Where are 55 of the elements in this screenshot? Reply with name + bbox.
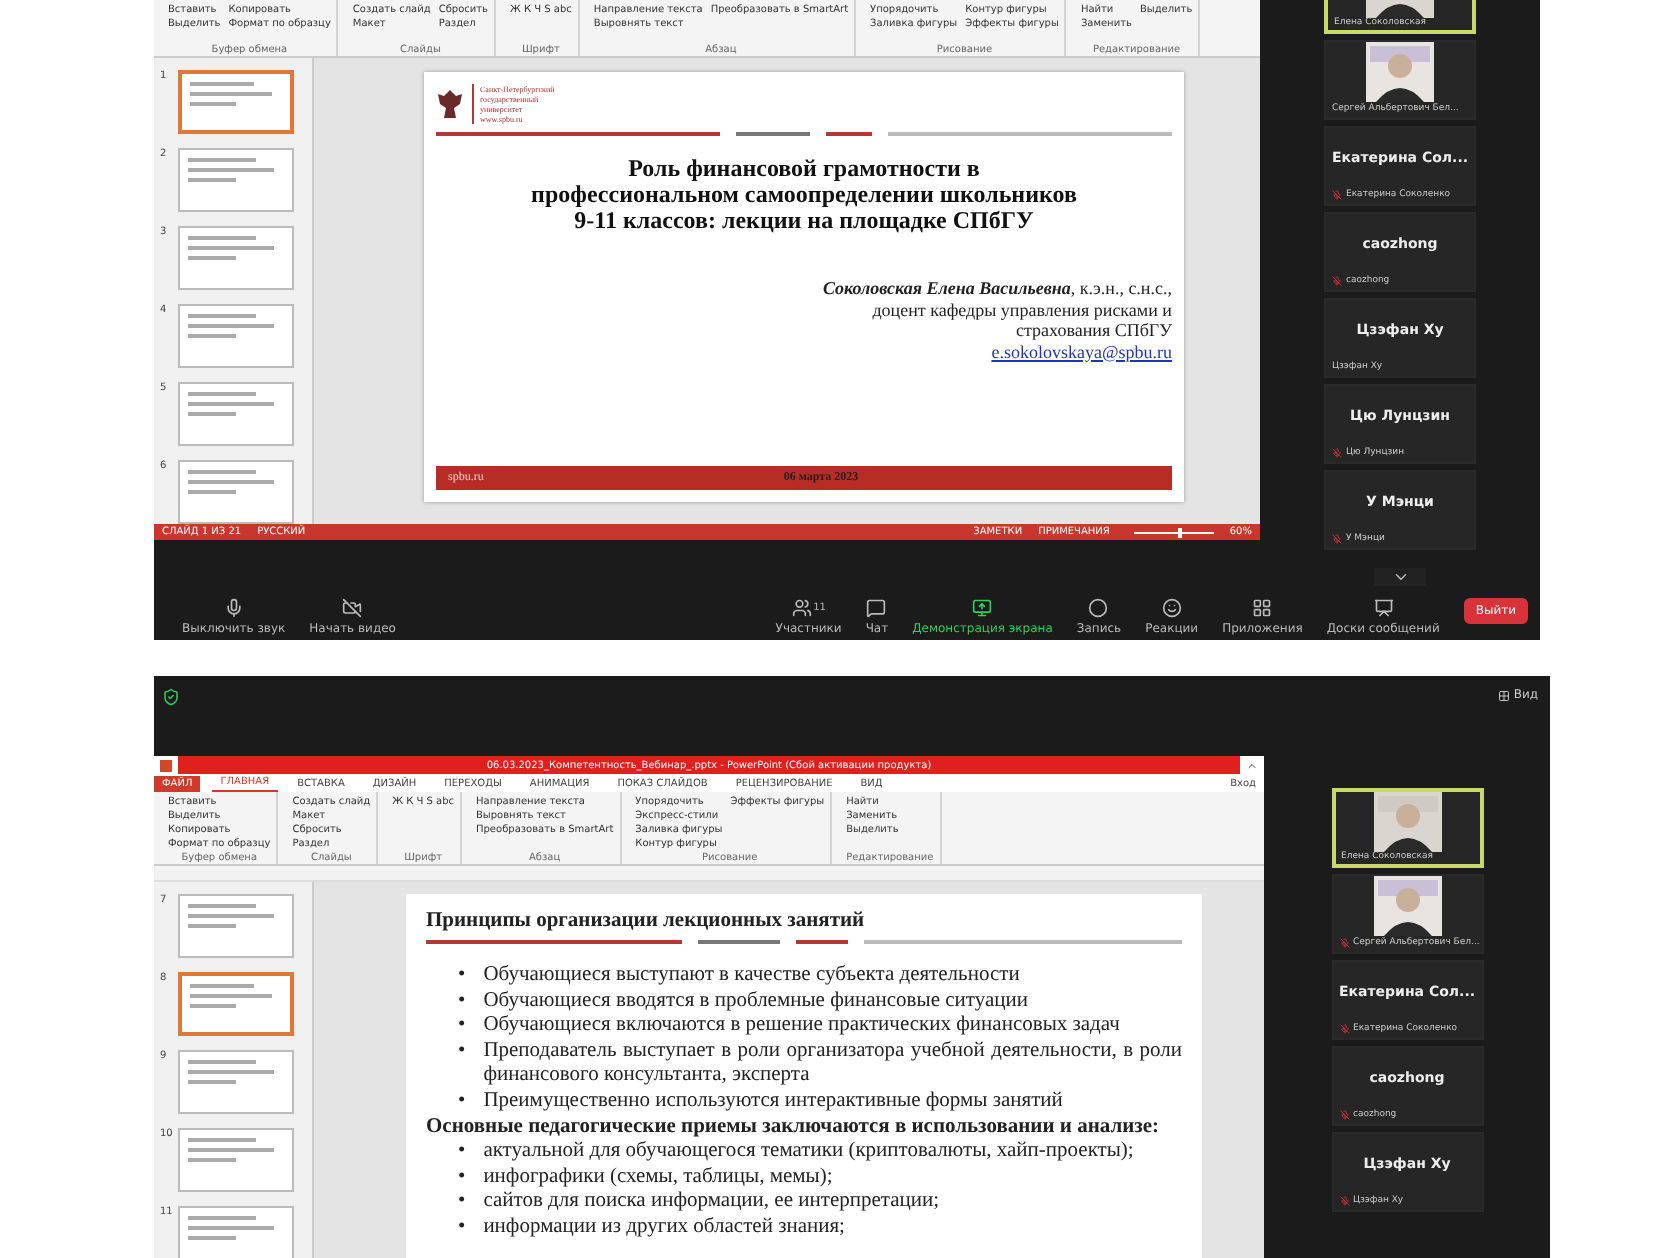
bullet-marker: •: [458, 989, 466, 1015]
record-icon: [1088, 598, 1109, 618]
zoom-slider-thumb[interactable]: [1177, 527, 1182, 537]
bullet-text: Обучающиеся включаются в решение практических финансовых задач: [483, 1014, 1120, 1040]
eagle-emblem-icon: [436, 88, 464, 120]
bullet-text: сайтов для поиска информации, ее интерпретации;: [483, 1190, 940, 1216]
author-position: доцент кафедры управления рисками и: [872, 299, 1172, 320]
bullet-marker: •: [458, 964, 466, 990]
slide-heading: Принципы организации лекционных занятий: [426, 910, 867, 932]
bullet-marker: •: [458, 1165, 466, 1191]
bullet-text: актуальной для обучающегося тематики (криптовалюты, хайп-проекты);: [483, 1140, 1134, 1166]
bullet-text: Обучающиеся вводятся в проблемные финансовые ситуации: [483, 989, 1028, 1015]
author-name: Соколовская Елена Васильевна: [822, 278, 1071, 299]
slide-thumbnail[interactable]: [178, 70, 294, 134]
email-link[interactable]: e.sokolovskaya@spbu.ru: [991, 341, 1172, 362]
share-icon: [972, 598, 993, 618]
slide-title: Роль финансовой грамотности в: [626, 156, 982, 182]
bullet-text: инфографики (схемы, таблицы, мемы);: [483, 1165, 833, 1191]
powerpoint-icon: [160, 759, 172, 771]
slide-thumbnail[interactable]: [178, 1128, 294, 1192]
slide-title: профессиональном самоопределении школьников: [529, 182, 1079, 208]
slide-thumbnail[interactable]: [178, 894, 294, 958]
boards-icon: [1373, 598, 1394, 618]
scroll-down-button[interactable]: [1374, 568, 1426, 586]
slide-thumbnail[interactable]: [178, 972, 294, 1036]
video-icon: [342, 598, 363, 618]
bullet-text: Обучающиеся выступают в качестве субъекта деятельности: [483, 964, 1020, 990]
slide-thumbnail[interactable]: [178, 148, 294, 212]
slide-thumbnail[interactable]: [178, 460, 294, 524]
apps-icon: [1252, 598, 1273, 618]
bullet-marker: •: [458, 1215, 466, 1242]
mic-icon: [223, 598, 244, 618]
participants-icon: [791, 598, 812, 618]
bullet-marker: •: [458, 1089, 466, 1116]
slide-title: 9-11 классов: лекции на площадке СПбГУ: [574, 208, 1036, 234]
bullet-marker: •: [458, 1140, 466, 1166]
slide-thumbnail[interactable]: [178, 1050, 294, 1114]
slide-thumbnail[interactable]: [178, 304, 294, 368]
author-position: страхования СПбГУ: [1016, 320, 1172, 341]
bullet-marker: •: [458, 1190, 466, 1216]
bullet-text: Преимущественно используются интерактивные формы занятий: [483, 1089, 1063, 1116]
grid-icon: [1497, 689, 1510, 701]
bullet-marker: •: [458, 1039, 466, 1066]
chevron-down-icon: [1391, 568, 1409, 586]
reactions-icon: [1161, 598, 1182, 618]
slide-thumbnail[interactable]: [178, 1206, 294, 1258]
bullet-text: Преподаватель выступает в роли организатора учебной деятельности, в роли финансового консультанта, эксперта: [483, 1039, 1182, 1090]
author-degree: , к.э.н., с.н.с.,: [1070, 278, 1172, 299]
chat-icon: [866, 598, 887, 618]
bullet-marker: •: [458, 1014, 466, 1040]
slide-subheading: Основные педагогические приемы заключаются в использовании и анализе:: [426, 1115, 1162, 1141]
slide-thumbnail[interactable]: [178, 226, 294, 290]
bullet-text: информации из других областей знания;: [483, 1215, 845, 1242]
slide-thumbnail[interactable]: [178, 382, 294, 446]
shield-icon: [162, 688, 180, 706]
